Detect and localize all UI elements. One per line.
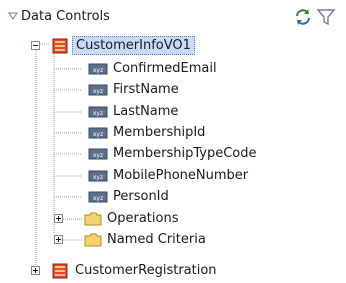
svg-text:xyz: xyz (93, 131, 103, 138)
node-label: CustomerRegistration (75, 263, 217, 278)
svg-text:xyz: xyz (93, 174, 103, 181)
attribute-label: MobilePhoneNumber (113, 168, 249, 183)
svg-text:xyz: xyz (93, 195, 103, 202)
attribute-icon: xyz (88, 191, 108, 203)
node-label: CustomerInfoVO1 (72, 36, 195, 55)
collapse-toggle-icon[interactable] (31, 41, 40, 50)
attribute-icon: xyz (88, 127, 108, 139)
tree-node-named-criteria[interactable]: Named Criteria (0, 228, 346, 252)
expand-toggle-icon[interactable] (54, 235, 63, 244)
folder-label: Named Criteria (107, 232, 206, 247)
expand-toggle-icon[interactable] (31, 266, 40, 275)
attribute-label: PersonId (113, 189, 169, 204)
attribute-label: FirstName (113, 82, 179, 97)
attribute-label: MembershipId (113, 125, 206, 140)
tree-item-attribute[interactable]: xyz FirstName (0, 78, 346, 102)
panel-title: Data Controls (21, 9, 110, 24)
tree-item-attribute[interactable]: xyz PersonId (0, 185, 346, 209)
attribute-icon: xyz (88, 106, 108, 118)
svg-text:xyz: xyz (93, 67, 103, 74)
svg-text:xyz: xyz (93, 152, 103, 159)
tree-item-attribute[interactable]: xyz MembershipTypeCode (0, 142, 346, 166)
attribute-icon: xyz (88, 63, 108, 75)
attribute-label: MembershipTypeCode (113, 146, 257, 161)
tree-node-customerregistration[interactable]: CustomerRegistration (0, 259, 346, 283)
refresh-icon[interactable] (293, 7, 313, 27)
attribute-icon: xyz (88, 170, 108, 182)
attribute-icon: xyz (88, 148, 108, 160)
svg-text:xyz: xyz (93, 88, 103, 95)
folder-icon (84, 233, 102, 247)
view-object-icon (52, 38, 68, 54)
folder-icon (84, 212, 102, 226)
expand-toggle-icon[interactable] (54, 214, 63, 223)
view-object-icon (52, 263, 68, 279)
folder-label: Operations (107, 211, 179, 226)
collapse-arrow-icon[interactable] (8, 12, 18, 20)
data-controls-header: Data Controls (0, 0, 346, 34)
attribute-label: ConfirmedEmail (113, 61, 217, 76)
tree-node-customerinfovo1[interactable]: CustomerInfoVO1 (0, 34, 346, 58)
data-controls-tree: CustomerInfoVO1 xyz ConfirmedEmail xyz F… (0, 34, 346, 279)
attribute-label: LastName (113, 104, 179, 119)
attribute-icon: xyz (88, 84, 108, 96)
svg-text:xyz: xyz (93, 110, 103, 117)
filter-icon[interactable] (316, 7, 336, 27)
